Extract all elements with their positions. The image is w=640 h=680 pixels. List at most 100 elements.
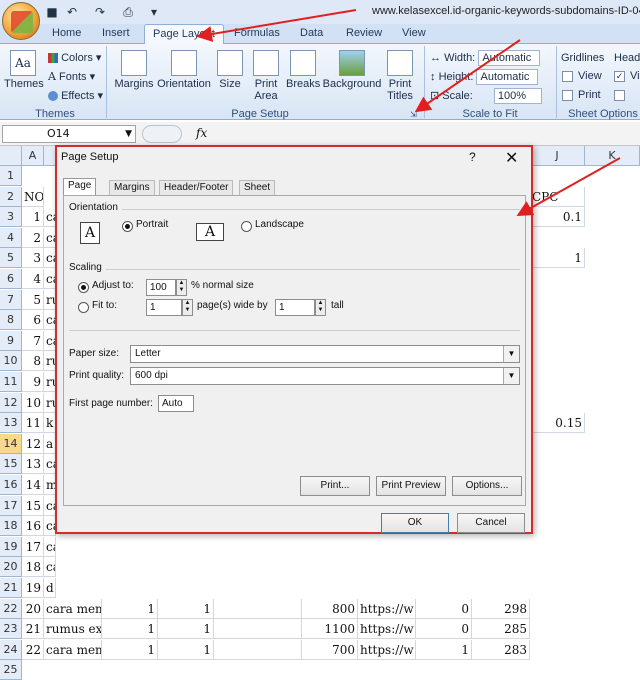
name-box[interactable]: O14 ▼	[2, 125, 136, 143]
cell-volume[interactable]: 1100	[302, 619, 358, 640]
chevron-down-icon[interactable]: ▼	[503, 346, 519, 362]
cell-url[interactable]: https://w	[358, 639, 416, 660]
cell-value[interactable]: 1	[158, 619, 214, 640]
cell-value[interactable]: 283	[472, 639, 530, 660]
cell-value[interactable]: 1	[158, 639, 214, 660]
landscape-radio[interactable]	[241, 221, 252, 232]
cell-keyword[interactable]: d	[44, 578, 56, 598]
headings-print-checkbox[interactable]	[614, 89, 630, 101]
cell-url[interactable]: https://w	[358, 598, 416, 619]
spinner-arrows-icon[interactable]: ▲ ▼	[315, 299, 326, 316]
cell-value[interactable]: 1	[102, 619, 158, 640]
cell-cpc-header[interactable]: CPC	[530, 186, 585, 207]
cell-no[interactable]: 20	[22, 598, 44, 619]
effects-button[interactable]: Effects ▾	[48, 89, 103, 102]
fit-to-label[interactable]: Fit to:	[92, 300, 117, 311]
tab-home[interactable]: Home	[52, 27, 81, 39]
cell-no[interactable]: 1	[22, 207, 44, 228]
cell-cpc[interactable]: 1	[530, 248, 585, 269]
height-control[interactable]: ↕ Height: Automatic	[430, 69, 539, 85]
cell-keyword[interactable]: cara mem	[44, 639, 102, 660]
adjust-to-label[interactable]: Adjust to:	[92, 280, 134, 291]
row-header-5[interactable]: 5	[0, 248, 22, 269]
cell-value[interactable]: 1	[102, 598, 158, 619]
row-header-12[interactable]: 12	[0, 392, 22, 413]
cell-no[interactable]: 8	[22, 351, 44, 372]
close-icon[interactable]: ✕	[505, 148, 518, 168]
row-header-17[interactable]: 17	[0, 495, 22, 516]
row-header-9[interactable]: 9	[0, 330, 22, 351]
landscape-label[interactable]: Landscape	[255, 219, 304, 230]
gridlines-view-checkbox[interactable]: View	[562, 70, 602, 82]
portrait-radio[interactable]	[122, 221, 133, 232]
undo-icon[interactable]: ↶	[64, 4, 80, 20]
cell-cpc[interactable]: 0.1	[530, 207, 585, 228]
cell-keyword[interactable]: ca	[44, 536, 56, 557]
row-header-4[interactable]: 4	[0, 227, 22, 248]
cell-no-header[interactable]: NO	[22, 186, 44, 207]
cell-empty[interactable]	[214, 598, 302, 619]
redo-icon[interactable]: ↷	[92, 4, 108, 20]
cell-no[interactable]: 7	[22, 330, 44, 351]
tab-margins[interactable]: Margins	[109, 180, 155, 196]
cell-value[interactable]: 0	[416, 598, 472, 619]
tab-formulas[interactable]: Formulas	[234, 27, 280, 39]
cell-empty[interactable]	[214, 619, 302, 640]
help-icon[interactable]: ?	[469, 150, 476, 164]
adjust-to-radio[interactable]	[78, 282, 89, 293]
cell-no[interactable]: 13	[22, 454, 44, 475]
row-header-18[interactable]: 18	[0, 516, 22, 537]
cell-cpc[interactable]: 0.15	[530, 413, 585, 434]
office-button[interactable]	[2, 2, 40, 40]
tab-page[interactable]: Page	[63, 178, 97, 196]
cell-no[interactable]: 6	[22, 310, 44, 331]
orientation-button[interactable]: Orientation	[156, 50, 212, 90]
row-header-10[interactable]: 10	[0, 351, 22, 372]
width-control[interactable]: ↔ Width: Automatic	[430, 50, 541, 66]
row-header-14[interactable]: 14	[0, 433, 22, 454]
tab-view[interactable]: View	[402, 27, 426, 39]
cell-no[interactable]: 14	[22, 475, 44, 495]
cell-no[interactable]: 9	[22, 372, 44, 392]
row-header-3[interactable]: 3	[0, 207, 22, 228]
cell-no[interactable]: 3	[22, 248, 44, 269]
spinner-arrows-icon[interactable]: ▲ ▼	[176, 279, 187, 296]
row-header-2[interactable]: 2	[0, 186, 22, 207]
breaks-button[interactable]: Breaks	[286, 50, 320, 90]
row-header-23[interactable]: 23	[0, 619, 22, 640]
cell-empty[interactable]	[214, 639, 302, 660]
background-button[interactable]: Background	[322, 50, 382, 90]
row-header-22[interactable]: 22	[0, 598, 22, 619]
headings-view-checkbox[interactable]: ✓ Vi	[614, 70, 640, 82]
paper-size-select[interactable]: Letter ▼	[130, 345, 520, 363]
row-header-8[interactable]: 8	[0, 310, 22, 331]
row-header-7[interactable]: 7	[0, 289, 22, 310]
print-preview-icon[interactable]: ⎙	[120, 4, 136, 20]
print-preview-button[interactable]: Print Preview	[376, 476, 446, 496]
cell-no[interactable]: 11	[22, 413, 44, 434]
options-button[interactable]: Options...	[452, 476, 522, 496]
scale-spinner[interactable]: 100%	[493, 88, 542, 104]
cell-no[interactable]: 19	[22, 578, 44, 598]
cell-value[interactable]: 285	[472, 619, 530, 640]
row-header-20[interactable]: 20	[0, 557, 22, 578]
cell-value[interactable]: 298	[472, 598, 530, 619]
margins-button[interactable]: Margins	[112, 50, 156, 90]
tab-review[interactable]: Review	[346, 27, 382, 39]
cell-no[interactable]: 5	[22, 289, 44, 310]
chevron-down-icon[interactable]: ▼	[125, 126, 132, 142]
row-header-21[interactable]: 21	[0, 578, 22, 598]
cancel-button[interactable]: Cancel	[457, 513, 525, 533]
chevron-down-icon[interactable]: ▼	[503, 368, 519, 384]
row-header-13[interactable]: 13	[0, 413, 22, 434]
print-area-button[interactable]: Print Area	[248, 50, 284, 102]
cell-no[interactable]: 15	[22, 495, 44, 516]
row-header-16[interactable]: 16	[0, 475, 22, 495]
adjust-to-spinner[interactable]: 100	[146, 279, 176, 296]
tab-data[interactable]: Data	[300, 27, 323, 39]
print-button[interactable]: Print...	[300, 476, 370, 496]
cell-no[interactable]: 10	[22, 392, 44, 413]
fit-tall-spinner[interactable]: 1	[275, 299, 315, 316]
cell-volume[interactable]: 800	[302, 598, 358, 619]
height-dropdown[interactable]: Automatic	[476, 69, 539, 85]
